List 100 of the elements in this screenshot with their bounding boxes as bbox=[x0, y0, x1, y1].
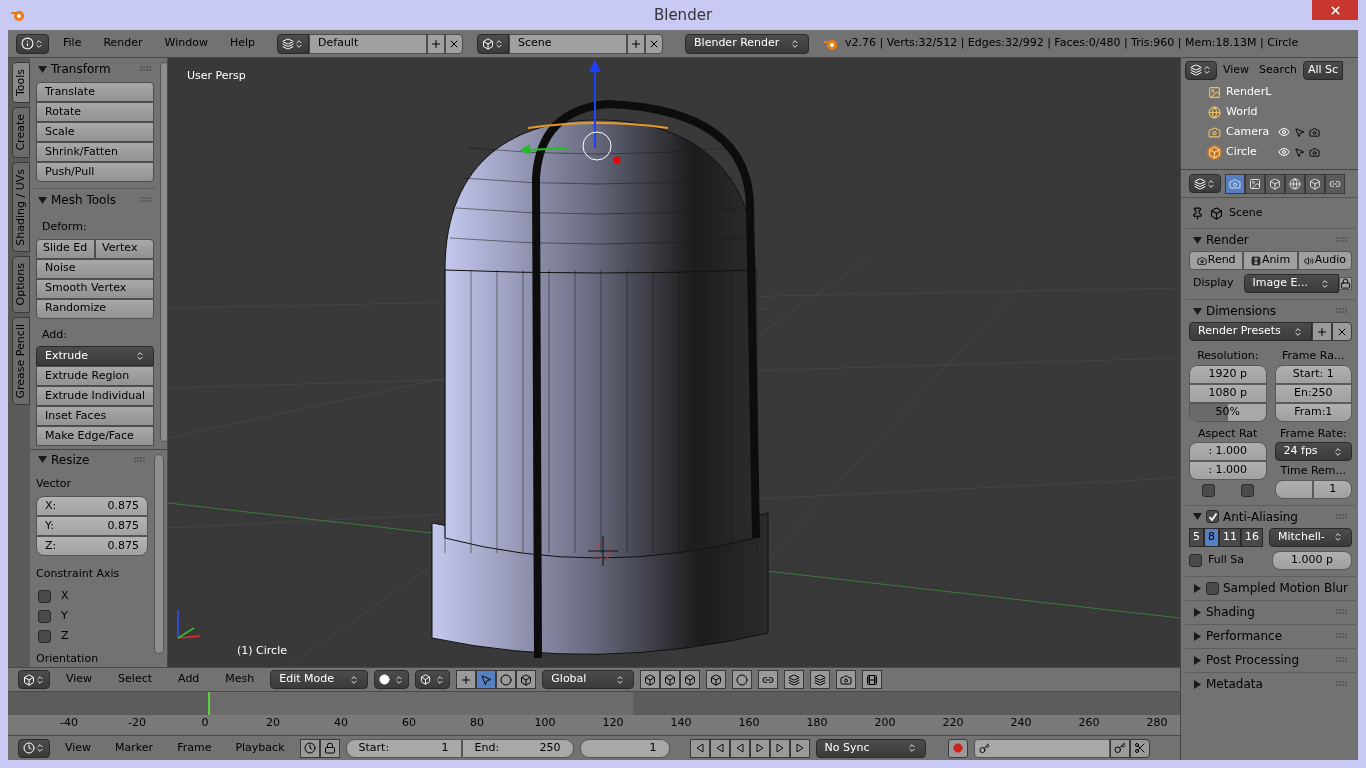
render-action-button[interactable]: Rend bbox=[1189, 251, 1244, 270]
editor-type-button[interactable] bbox=[16, 33, 49, 54]
menu-item[interactable]: Playback bbox=[226, 739, 294, 757]
render-action-button[interactable]: Audio bbox=[1297, 251, 1353, 270]
panel-title[interactable]: Resize bbox=[51, 450, 90, 469]
panel-title[interactable]: Mesh Tools bbox=[51, 191, 116, 209]
mode-dropdown[interactable]: Edit Mode bbox=[270, 670, 369, 689]
panel-title[interactable]: Render bbox=[1206, 231, 1249, 249]
number-field[interactable]: Start: 1 bbox=[1274, 364, 1353, 384]
start-frame-field[interactable]: Start: 1 bbox=[345, 738, 462, 758]
remove-preset-button[interactable] bbox=[1332, 322, 1353, 341]
occlude-button[interactable] bbox=[706, 670, 727, 689]
panel-title[interactable]: Sampled Motion Blur bbox=[1223, 579, 1349, 597]
current-frame-line[interactable] bbox=[208, 692, 210, 716]
render-film-button[interactable] bbox=[862, 670, 883, 689]
menu-item[interactable]: Marker bbox=[106, 739, 163, 757]
property-tab[interactable] bbox=[1245, 173, 1265, 194]
presets-dropdown[interactable]: Render Presets bbox=[1189, 322, 1313, 341]
menu-item[interactable]: Add bbox=[168, 671, 210, 688]
editor-type-button[interactable] bbox=[1185, 60, 1217, 80]
jump-end-button[interactable] bbox=[789, 738, 810, 758]
translate-button[interactable] bbox=[476, 670, 497, 689]
property-tab[interactable] bbox=[1225, 173, 1245, 194]
panel-title[interactable]: Dimensions bbox=[1206, 302, 1277, 320]
vector-field[interactable]: Z: 0.875 bbox=[36, 536, 148, 556]
filter-dropdown[interactable]: Mitchell- bbox=[1269, 527, 1353, 547]
checkbox[interactable] bbox=[1206, 510, 1219, 523]
menu-item[interactable]: View bbox=[56, 739, 101, 757]
sample-count-button[interactable]: 11 bbox=[1219, 527, 1241, 547]
record-button[interactable] bbox=[947, 738, 968, 758]
tool-tab[interactable]: Tools bbox=[12, 62, 30, 104]
snap-target-button[interactable] bbox=[784, 670, 805, 689]
outliner-item-label[interactable]: Circle bbox=[1226, 143, 1274, 161]
vertex-select-button[interactable] bbox=[640, 670, 661, 689]
extrude-dropdown[interactable]: Extrude bbox=[36, 346, 155, 366]
insert-keyframe-button[interactable] bbox=[1109, 738, 1130, 758]
outliner-item-label[interactable]: World bbox=[1226, 103, 1274, 121]
display-mode-dropdown[interactable]: All Sc bbox=[1302, 60, 1344, 80]
checkbox[interactable] bbox=[38, 610, 51, 623]
panel-title[interactable]: Post Processing bbox=[1206, 651, 1299, 669]
sample-count-button[interactable]: 5 bbox=[1189, 527, 1204, 547]
tool-tab[interactable]: Grease Pencil bbox=[12, 316, 30, 406]
tool-button[interactable]: Smooth Vertex bbox=[36, 278, 155, 299]
grip-icon[interactable] bbox=[140, 66, 153, 72]
sample-count-button[interactable]: 8 bbox=[1204, 527, 1219, 547]
rotate-button[interactable] bbox=[496, 670, 517, 689]
time-remap-field[interactable]: 1 bbox=[1313, 479, 1353, 499]
current-frame-field[interactable]: 1 bbox=[579, 738, 670, 758]
property-tab[interactable] bbox=[1325, 173, 1345, 194]
collapsed-triangle-icon[interactable] bbox=[1193, 607, 1202, 617]
render-action-button[interactable]: Anim bbox=[1243, 251, 1298, 270]
scene-type-button[interactable] bbox=[477, 33, 510, 54]
panel-title[interactable]: Transform bbox=[51, 60, 111, 78]
grip-icon[interactable] bbox=[1336, 657, 1349, 663]
preview-range-button[interactable] bbox=[299, 738, 320, 758]
layers-button[interactable] bbox=[810, 670, 831, 689]
number-field[interactable]: En:250 bbox=[1274, 383, 1353, 403]
play-button[interactable] bbox=[749, 738, 770, 758]
filter-size-field[interactable]: 1.000 p bbox=[1272, 550, 1353, 570]
delete-button[interactable] bbox=[645, 33, 664, 54]
render-toggle-icon[interactable] bbox=[1309, 146, 1320, 158]
keying-set-field[interactable] bbox=[973, 738, 1110, 758]
number-field[interactable]: 1920 p bbox=[1189, 364, 1267, 384]
tool-button[interactable]: Extrude Individual bbox=[36, 386, 155, 406]
add-button[interactable] bbox=[427, 33, 446, 54]
number-field[interactable]: 1080 p bbox=[1189, 383, 1267, 403]
menu-item[interactable]: Window bbox=[156, 35, 216, 52]
scene-field[interactable]: Scene bbox=[509, 33, 628, 54]
panel-title[interactable]: Shading bbox=[1206, 603, 1255, 621]
delete-button[interactable] bbox=[445, 33, 464, 54]
menu-item[interactable]: Search bbox=[1255, 61, 1301, 79]
tool-button[interactable]: Noise bbox=[36, 258, 155, 279]
collapsed-triangle-icon[interactable] bbox=[1193, 583, 1202, 593]
number-field[interactable]: Fram:1 bbox=[1274, 402, 1353, 422]
number-field[interactable]: : 1.000 bbox=[1189, 461, 1267, 480]
lock-icon[interactable] bbox=[1339, 277, 1353, 290]
frame-rate-dropdown[interactable]: 24 fps bbox=[1274, 442, 1353, 461]
scrollbar[interactable] bbox=[154, 454, 164, 654]
expanded-triangle-icon[interactable] bbox=[1193, 512, 1202, 521]
property-tab[interactable] bbox=[1305, 173, 1325, 194]
property-tab[interactable] bbox=[1285, 173, 1305, 194]
add-button[interactable] bbox=[627, 33, 646, 54]
outliner-item-label[interactable]: RenderL bbox=[1226, 83, 1274, 101]
checkbox[interactable] bbox=[1240, 484, 1254, 497]
proportional-button[interactable] bbox=[732, 670, 753, 689]
grip-icon[interactable] bbox=[1336, 633, 1349, 639]
grip-icon[interactable] bbox=[1336, 237, 1349, 243]
tool-button[interactable]: Rotate bbox=[36, 102, 155, 122]
property-tab[interactable] bbox=[1265, 173, 1285, 194]
tool-button[interactable]: Push/Pull bbox=[36, 162, 155, 182]
tool-button[interactable]: Translate bbox=[36, 82, 155, 102]
edge-select-button[interactable] bbox=[660, 670, 681, 689]
grip-icon[interactable] bbox=[1336, 609, 1349, 615]
tool-tab[interactable]: Create bbox=[12, 107, 30, 158]
layout-type-button[interactable] bbox=[277, 33, 310, 54]
editor-type-button[interactable] bbox=[18, 738, 50, 758]
next-keyframe-button[interactable] bbox=[769, 738, 790, 758]
vector-field[interactable]: Y: 0.875 bbox=[36, 516, 148, 536]
panel-title[interactable]: Performance bbox=[1206, 627, 1283, 645]
layout-field[interactable]: Default bbox=[309, 33, 428, 54]
